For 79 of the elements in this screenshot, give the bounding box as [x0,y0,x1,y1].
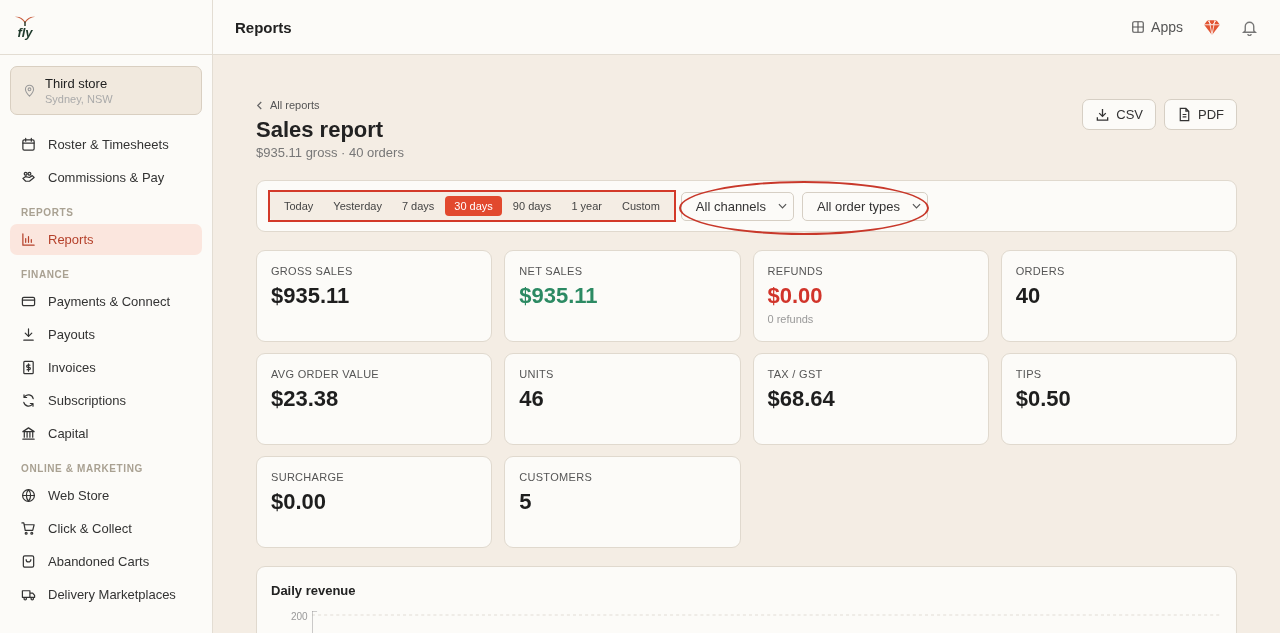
export-button[interactable]: PDF [1164,99,1237,130]
dropdown[interactable]: All order types [801,191,929,221]
sidebar-item[interactable]: Reports [10,224,202,255]
bell-icon[interactable] [1241,18,1258,36]
page-title: Reports [235,18,292,36]
metric-value: 40 [1015,283,1042,309]
section-heading: REPORTS [20,206,75,220]
range-tab[interactable]: 90 days [503,196,561,216]
bag-icon [21,554,36,569]
report-summary: $935.11 gross · 40 orders [256,145,404,160]
metric-label: REFUNDS [767,265,824,277]
metric-label: CUSTOMERS [519,471,594,483]
chevron-down-icon [912,203,922,209]
metric-label: GROSS SALES [271,265,354,277]
metric-label: TIPS [1015,368,1043,380]
metric-label: SURCHARGE [271,471,345,483]
metric-value: $0.00 [271,489,328,515]
metric-label: ORDERS [1015,265,1066,277]
chevron-left-icon [256,100,263,110]
store-selector[interactable]: Third store Sydney, NSW [10,66,202,115]
metric-label: AVG ORDER VALUE [271,368,380,380]
hand-icon [21,170,36,185]
truck-icon [21,587,36,602]
section-heading: FINANCE [20,268,71,282]
sidebar-item[interactable]: Payouts [10,319,202,350]
download-icon [21,327,36,342]
metric-value: $23.38 [271,386,340,412]
metric-label: UNITS [519,368,555,380]
sidebar-item[interactable]: Capital [10,418,202,449]
range-tab[interactable]: Yesterday [324,196,391,216]
metric-value: $0.00 [767,283,824,309]
sidebar-item[interactable]: Commissions & Pay [10,162,202,193]
invoice-icon [21,360,36,375]
range-tab[interactable]: Custom [612,196,669,216]
metric-value: $935.11 [271,283,351,309]
metric-value: $935.11 [519,283,599,309]
calendar-icon [21,137,36,152]
range-tab[interactable]: 1 year [562,196,611,216]
globe-icon [21,488,36,503]
export-button[interactable]: CSV [1082,99,1156,130]
range-tab[interactable]: 7 days [392,196,444,216]
sidebar-item[interactable]: Payments & Connect [10,286,202,317]
metric-value: $0.50 [1015,386,1072,412]
sidebar-item[interactable]: Web Store [10,480,202,511]
chevron-down-icon [777,203,787,209]
sidebar-item[interactable]: Invoices [10,352,202,383]
chart-title: Daily revenue [271,583,356,598]
metric-value: $68.64 [767,386,836,412]
report-title: Sales report [256,117,385,143]
back-link[interactable]: All reports [256,99,404,111]
dropdown[interactable]: All channels [680,191,794,221]
metric-label: NET SALES [519,265,584,277]
cart-icon [21,521,36,536]
sidebar-item[interactable]: Click & Collect [10,513,202,544]
metric-value: 46 [519,386,545,412]
bank-icon [21,426,36,441]
grid-icon [1131,20,1146,34]
card-icon [21,294,36,309]
metric-value: 5 [519,489,533,515]
range-tab[interactable]: Today [275,196,323,216]
location-pin-icon [23,84,36,97]
sidebar-item[interactable]: Subscriptions [10,385,202,416]
store-name: Third store [45,76,109,91]
store-location: Sydney, NSW [45,93,113,105]
apps-link[interactable]: Apps [1131,19,1183,35]
metric-note: 0 refunds [767,313,815,325]
chart-icon [21,232,36,247]
logo: fly [17,26,33,39]
metric-label: TAX / GST [767,368,824,380]
document-icon [1177,107,1192,122]
refresh-icon [21,393,36,408]
gem-icon[interactable] [1203,18,1221,36]
sidebar-item[interactable]: Abandoned Carts [10,546,202,577]
sidebar-item[interactable]: Roster & Timesheets [10,129,202,160]
download-icon [1095,107,1111,122]
section-heading: ONLINE & MARKETING [20,462,144,476]
range-tab[interactable]: 30 days [445,196,502,216]
sidebar-item[interactable]: Delivery Marketplaces [10,579,202,610]
axis-tick-label: 200 [291,611,308,624]
